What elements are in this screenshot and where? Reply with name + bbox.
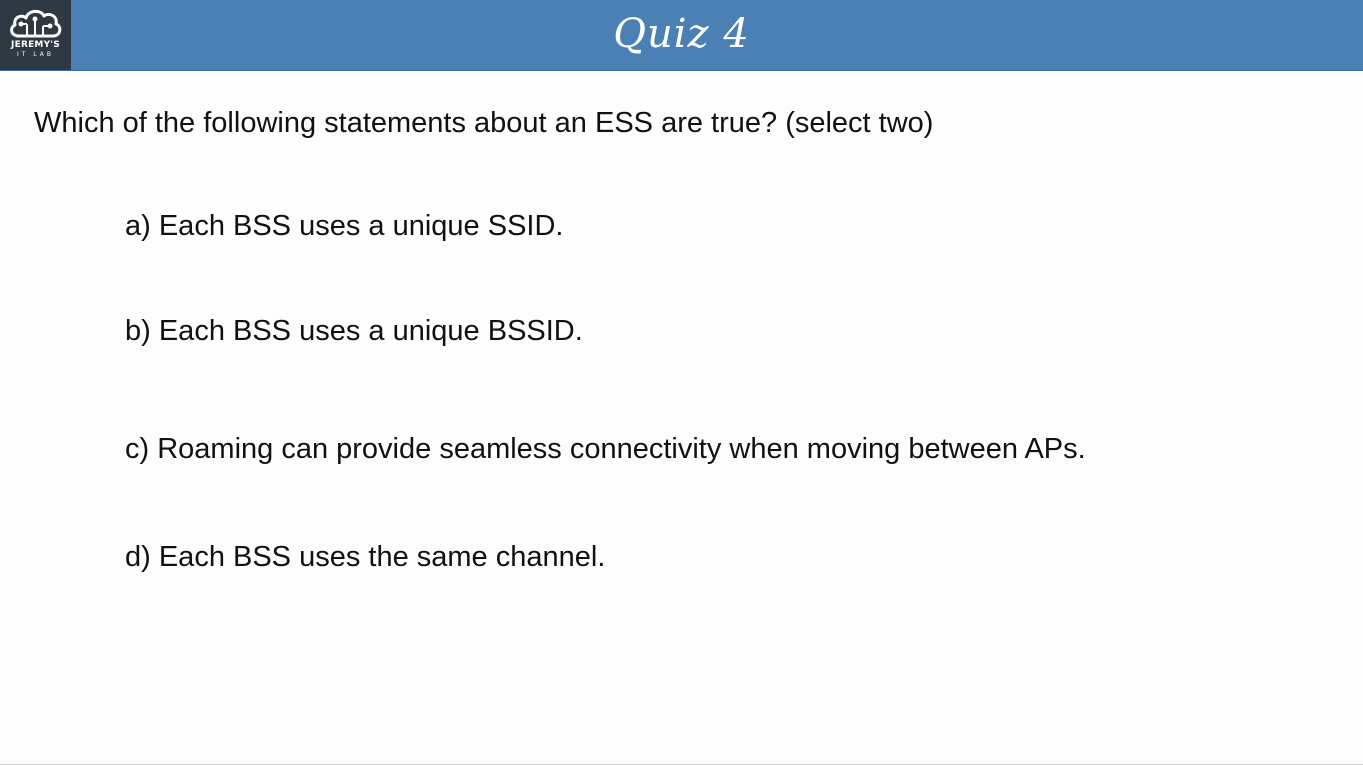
slide-title: Quiz 4 (613, 11, 750, 57)
quiz-option-d: d) Each BSS uses the same channel. (125, 541, 606, 573)
quiz-slide: JEREMY'S IT LAB Quiz 4 Which of the foll… (0, 0, 1363, 765)
quiz-option-c: c) Roaming can provide seamless connecti… (125, 433, 1086, 465)
quiz-option-b: b) Each BSS uses a unique BSSID. (125, 315, 583, 347)
slide-header: JEREMY'S IT LAB Quiz 4 (0, 0, 1363, 71)
quiz-question: Which of the following statements about … (34, 107, 934, 139)
quiz-option-a: a) Each BSS uses a unique SSID. (125, 210, 564, 242)
